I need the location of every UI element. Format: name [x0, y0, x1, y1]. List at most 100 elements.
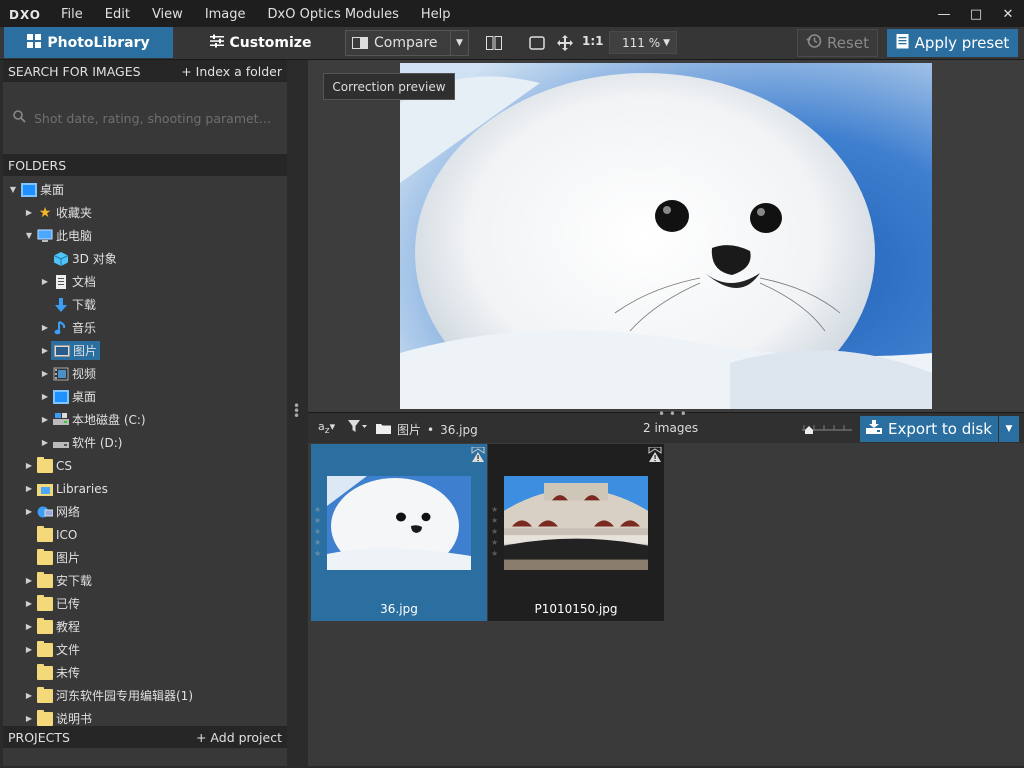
menu-edit[interactable]: Edit — [94, 0, 141, 30]
zoom-one-to-one[interactable]: 1:1 — [582, 34, 604, 48]
expand-arrow-icon[interactable]: ▶ — [23, 576, 35, 585]
tree-item[interactable]: ▶ 桌面 — [3, 385, 287, 408]
drag-handle-icon[interactable]: • • • — [293, 400, 300, 422]
tree-item[interactable]: ▶ 网络 — [3, 500, 287, 523]
tree-item[interactable]: ▶ ★ 收藏夹 — [3, 201, 287, 224]
minimize-icon[interactable]: — — [928, 0, 960, 28]
tree-item[interactable]: ▶ 音乐 — [3, 316, 287, 339]
tree-item-label: 已传 — [56, 597, 81, 611]
tree-item[interactable]: ▶ 教程 — [3, 615, 287, 638]
expand-arrow-icon[interactable]: ▶ — [23, 484, 35, 493]
expand-arrow-icon[interactable]: ▶ — [23, 622, 35, 631]
expand-arrow-icon[interactable]: ▶ — [39, 323, 51, 332]
document-icon — [53, 274, 69, 289]
menu-dxo-optics-modules[interactable]: DxO Optics Modules — [257, 0, 410, 30]
expand-arrow-icon[interactable]: ▼ — [7, 185, 19, 194]
tree-item-label: 视频 — [72, 367, 97, 381]
menu-image[interactable]: Image — [194, 0, 257, 30]
tree-item[interactable]: ▶ 河东软件园专用编辑器(1) — [3, 684, 287, 707]
picture-icon — [54, 344, 70, 358]
tree-item[interactable]: 下载 — [3, 293, 287, 316]
expand-arrow-icon[interactable]: ▶ — [23, 645, 35, 654]
maximize-icon[interactable]: □ — [960, 0, 992, 28]
tab-customize[interactable]: Customize — [178, 27, 343, 58]
menu-view[interactable]: View — [141, 0, 194, 30]
index-folder-link[interactable]: + Index a folder — [181, 64, 282, 79]
preview-image[interactable] — [400, 63, 932, 409]
thumbnail-selected[interactable]: ★ ★ ★ ★ ★ 36.jpg — [311, 444, 487, 621]
tree-item-label: 下载 — [72, 298, 97, 312]
tree-item-label: 图片 — [56, 551, 81, 565]
sort-az-icon[interactable]: az▾ — [318, 420, 335, 436]
tree-item[interactable]: ▶ 文件 — [3, 638, 287, 661]
expand-arrow-icon[interactable]: ▶ — [23, 714, 35, 723]
tree-item[interactable]: 3D 对象 — [3, 247, 287, 270]
split-view-icon[interactable] — [483, 32, 505, 54]
grid-icon — [27, 33, 42, 52]
tree-item-selected[interactable]: ▶ 图片 — [3, 339, 287, 362]
move-icon[interactable] — [554, 32, 576, 54]
compare-button[interactable]: Compare ▼ — [345, 30, 469, 56]
expand-arrow-icon[interactable]: ▶ — [39, 277, 51, 286]
close-icon[interactable]: ✕ — [992, 0, 1024, 28]
expand-arrow-icon[interactable]: ▶ — [23, 461, 35, 470]
expand-arrow-icon[interactable]: ▶ — [23, 691, 35, 700]
search-input[interactable]: Shot date, rating, shooting parameters..… — [34, 111, 277, 126]
tree-item[interactable]: ▶ Libraries — [3, 477, 287, 500]
expand-arrow-icon[interactable]: ▶ — [39, 438, 51, 447]
tree-item[interactable]: ▶ 安下载 — [3, 569, 287, 592]
drive-icon — [53, 436, 69, 450]
tree-item-label: 桌面 — [72, 390, 97, 404]
add-project-link[interactable]: + Add project — [196, 730, 282, 745]
folder-icon — [37, 571, 53, 588]
compare-dropdown-icon[interactable]: ▼ — [450, 30, 468, 56]
tree-item[interactable]: ▶ 视频 — [3, 362, 287, 385]
tree-item[interactable]: ▶ 已传 — [3, 592, 287, 615]
current-path: 图片 • 36.jpg — [376, 421, 478, 438]
expand-arrow-icon[interactable]: ▼ — [23, 231, 35, 240]
zoom-select[interactable]: 111 % ▼ — [609, 31, 677, 54]
tab-customize-label: Customize — [229, 34, 312, 51]
tab-photolibrary[interactable]: PhotoLibrary — [4, 27, 173, 58]
vertical-splitter[interactable]: • • • — [287, 60, 308, 766]
thumbnail-image — [504, 476, 648, 570]
reset-button[interactable]: Reset — [797, 29, 878, 57]
search-box[interactable]: Shot date, rating, shooting parameters..… — [3, 82, 287, 154]
tree-item[interactable]: ▶ CS — [3, 454, 287, 477]
expand-arrow-icon[interactable]: ▶ — [39, 415, 51, 424]
thumbnail[interactable]: ★ ★ ★ ★ ★ P1010150.jpg — [488, 444, 664, 621]
expand-arrow-icon[interactable]: ▶ — [23, 507, 35, 516]
current-file-name: 36.jpg — [440, 422, 478, 437]
tree-item[interactable]: 图片 — [3, 546, 287, 569]
rating-stars[interactable]: ★ ★ ★ ★ ★ — [314, 504, 321, 559]
tree-item[interactable]: 未传 — [3, 661, 287, 684]
fit-screen-icon[interactable] — [526, 32, 548, 54]
expand-arrow-icon[interactable]: ▶ — [23, 599, 35, 608]
export-dropdown-icon[interactable]: ▼ — [999, 416, 1019, 442]
menu-help[interactable]: Help — [410, 0, 462, 30]
menu-file[interactable]: File — [50, 0, 94, 30]
folder-icon — [37, 525, 53, 542]
tree-item[interactable]: ▶ 文档 — [3, 270, 287, 293]
tree-item[interactable]: ▼ 桌面 — [3, 178, 287, 201]
cube-icon — [53, 251, 69, 266]
correction-preview-button[interactable]: Correction preview — [323, 73, 455, 100]
tree-item[interactable]: ICO — [3, 523, 287, 546]
expand-arrow-icon[interactable]: ▶ — [39, 392, 51, 401]
expand-arrow-icon[interactable]: ▶ — [39, 346, 51, 355]
image-count: 2 images — [643, 421, 699, 435]
expand-arrow-icon[interactable]: ▶ — [39, 369, 51, 378]
tree-item[interactable]: ▼ 此电脑 — [3, 224, 287, 247]
export-to-disk-button[interactable]: Export to disk — [860, 416, 998, 442]
music-icon — [53, 320, 69, 335]
tree-item-label: 文件 — [56, 643, 81, 657]
expand-arrow-icon[interactable]: ▶ — [23, 208, 35, 217]
filter-icon[interactable] — [348, 420, 370, 437]
thumbnail-size-slider[interactable] — [802, 421, 852, 435]
rating-stars[interactable]: ★ ★ ★ ★ ★ — [491, 504, 498, 559]
apply-preset-button[interactable]: Apply preset — [887, 29, 1018, 57]
horizontal-drag-handle-icon[interactable]: • • • — [658, 407, 687, 421]
tree-item[interactable]: ▶ 软件 (D:) — [3, 431, 287, 454]
current-folder-name: 图片 — [397, 423, 422, 437]
tree-item[interactable]: ▶ 本地磁盘 (C:) — [3, 408, 287, 431]
